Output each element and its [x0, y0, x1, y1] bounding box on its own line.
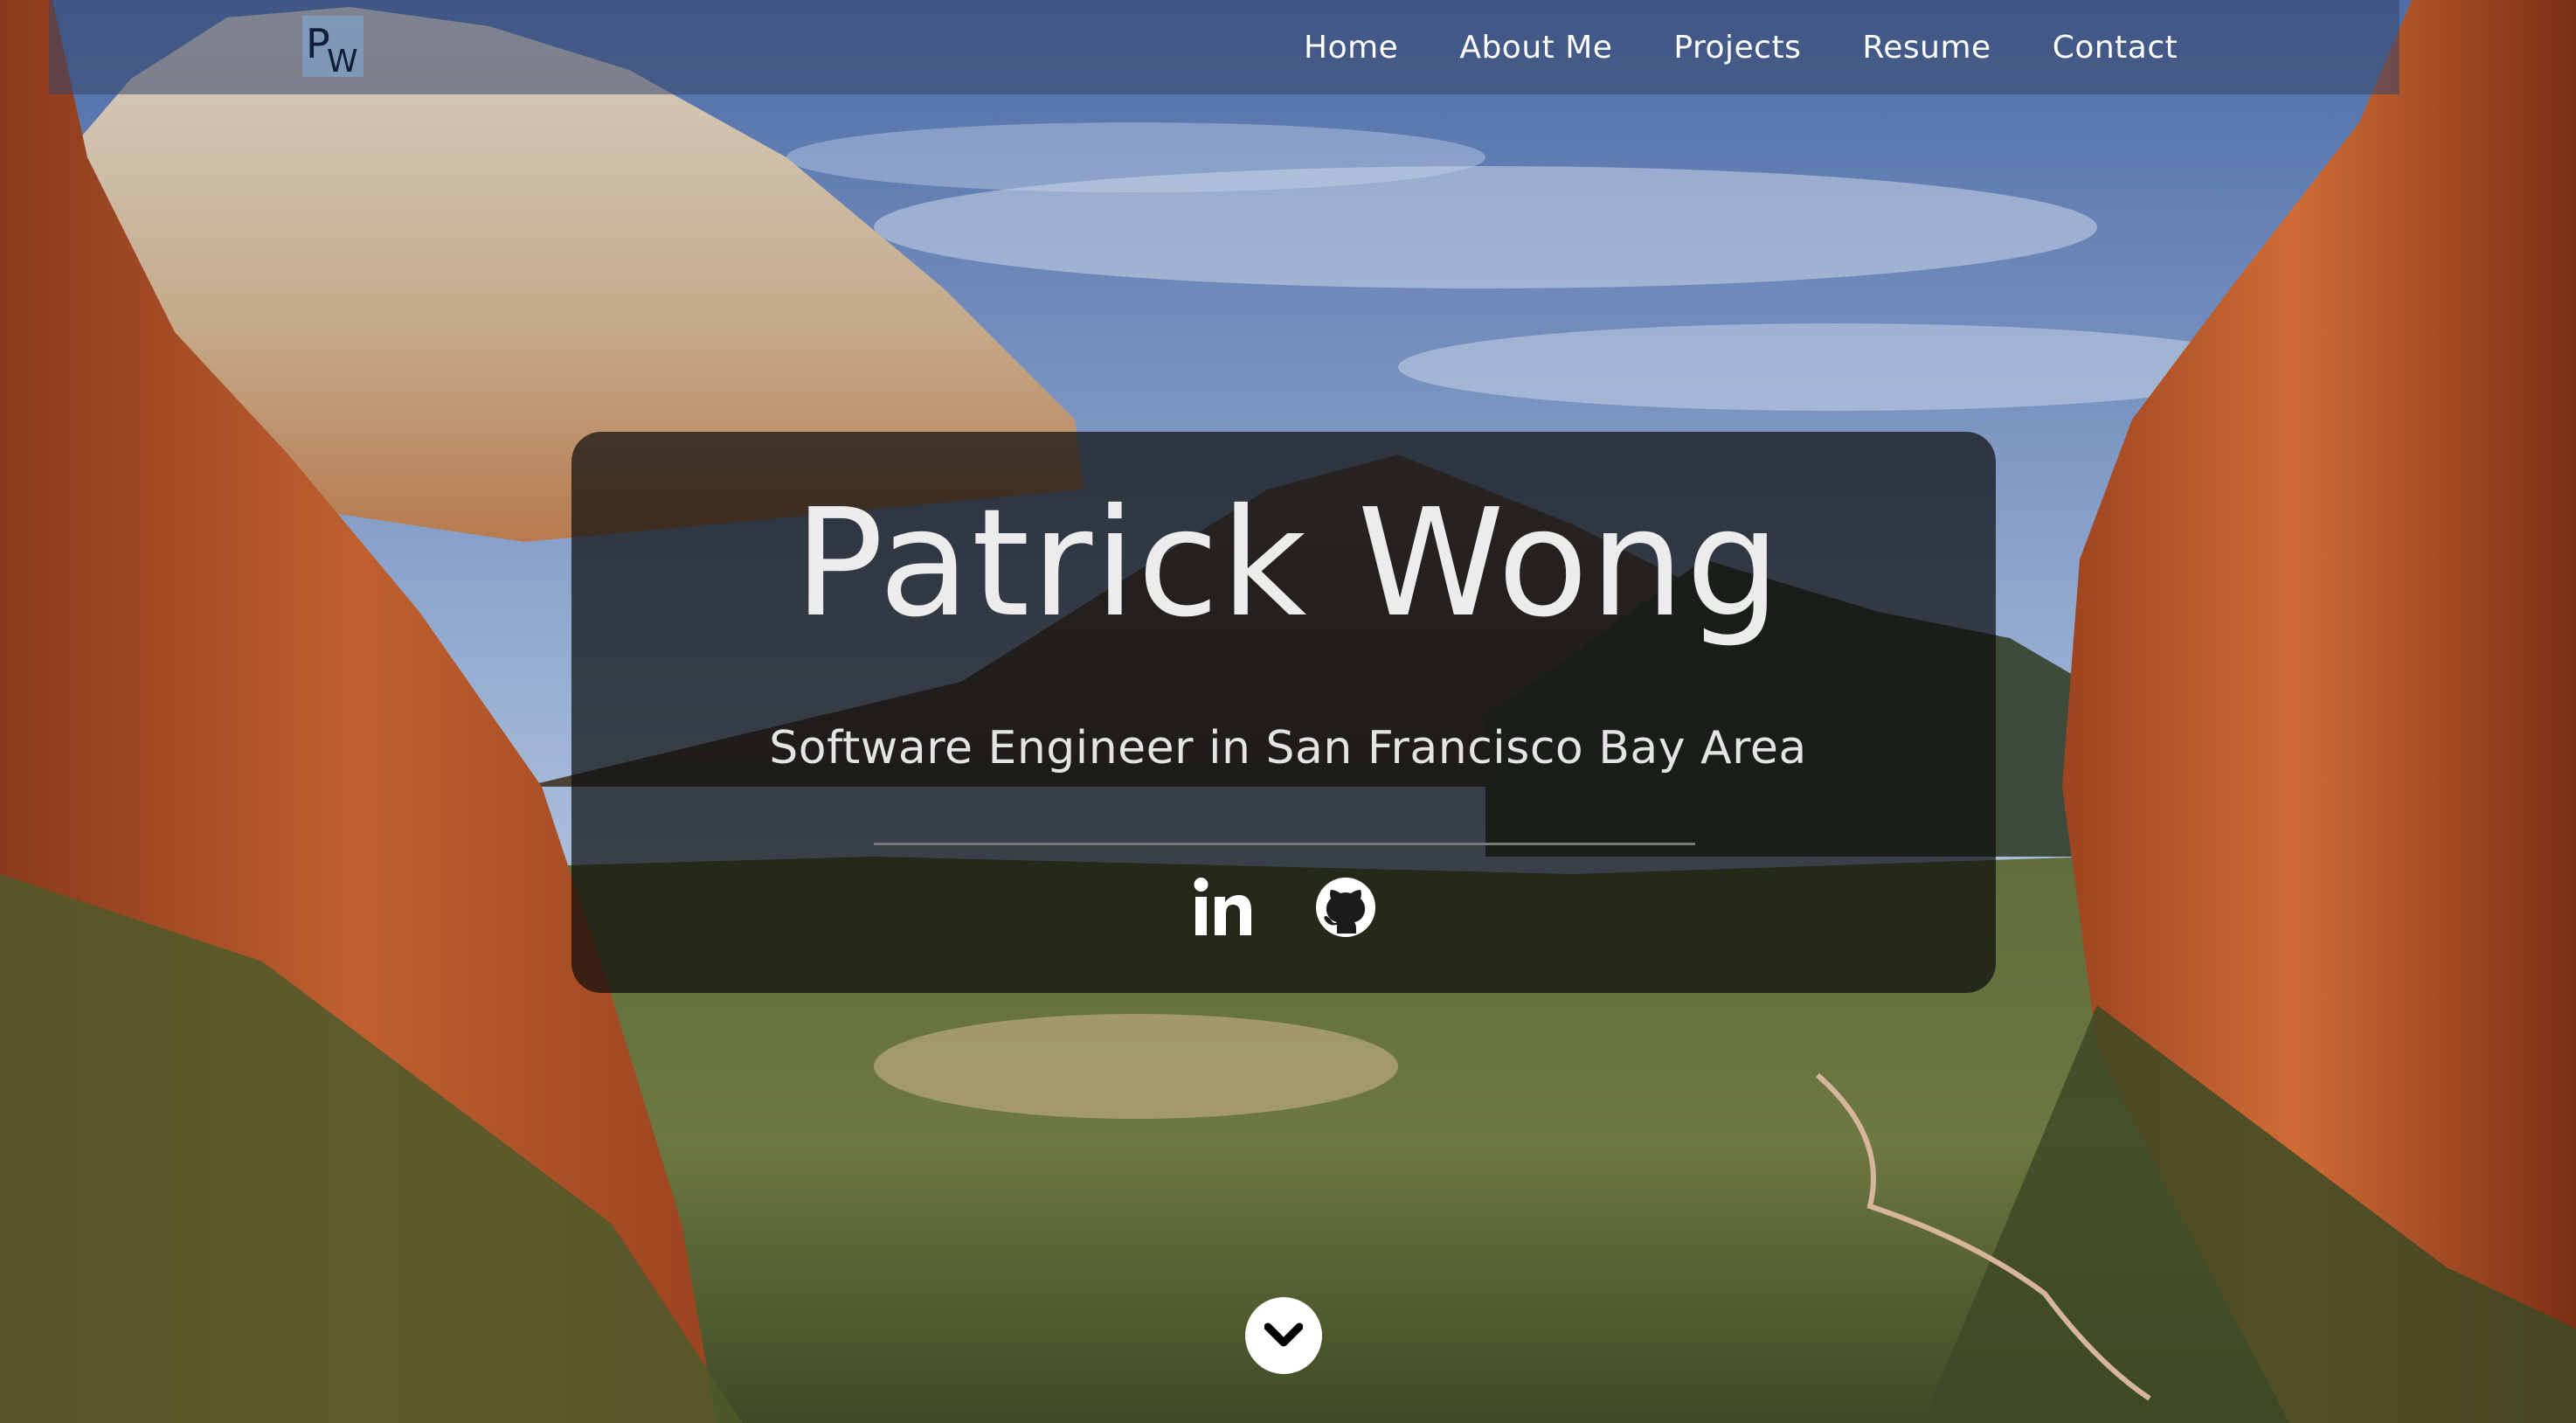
- linkedin-link[interactable]: [1192, 876, 1255, 939]
- nav-links: Home About Me Projects Resume Contact: [1304, 0, 2178, 94]
- logo-letter-w: W: [327, 44, 358, 77]
- nav-link-contact[interactable]: Contact: [2053, 30, 2178, 66]
- nav-link-home[interactable]: Home: [1304, 30, 1398, 66]
- hero-subtitle: Software Engineer in San Francisco Bay A…: [769, 722, 1807, 774]
- hero-divider: [874, 843, 1695, 845]
- top-navbar: P W Home About Me Projects Resume Contac…: [49, 0, 2399, 94]
- github-icon: [1316, 878, 1375, 937]
- scroll-down-button[interactable]: [1245, 1297, 1322, 1374]
- chevron-down-icon: [1264, 1322, 1303, 1347]
- pw-logo[interactable]: P W: [302, 16, 364, 80]
- nav-link-resume[interactable]: Resume: [1862, 30, 1991, 66]
- nav-link-projects[interactable]: Projects: [1673, 30, 1801, 66]
- github-link[interactable]: [1314, 876, 1377, 939]
- nav-link-about-me[interactable]: About Me: [1459, 30, 1612, 66]
- page: P W Home About Me Projects Resume Contac…: [0, 0, 2576, 1423]
- hero-name: Patrick Wong: [793, 477, 1783, 650]
- pw-logo-icon: P W: [302, 16, 364, 80]
- linkedin-icon: [1194, 878, 1251, 935]
